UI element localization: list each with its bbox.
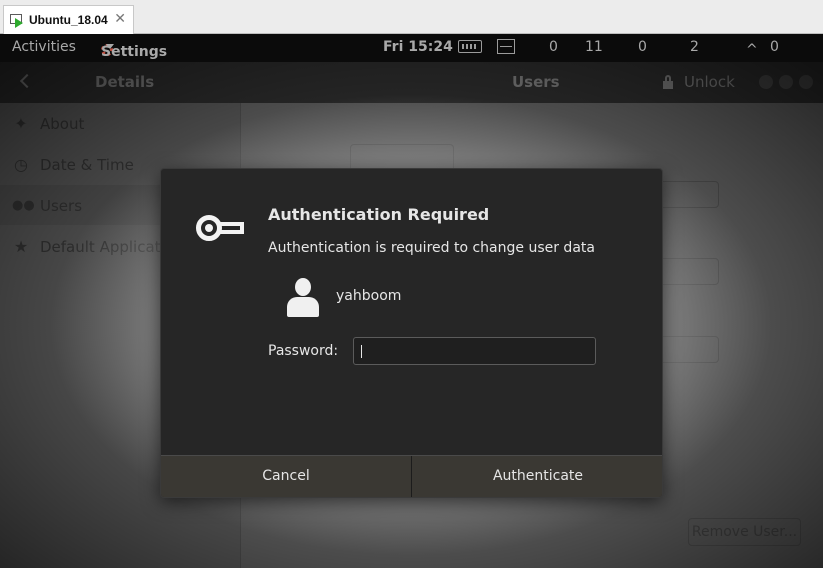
vm-tab-title: Ubuntu_18.04 [29,13,108,27]
unlock-button[interactable]: Unlock [684,73,735,91]
tray-expand-icon[interactable]: ^ [746,42,758,58]
page-title: Users [512,73,560,91]
chevron-down-icon [106,44,114,49]
indicator-value: 0 [549,39,558,55]
panel-title: Details [95,73,155,91]
vm-running-icon [10,13,24,28]
password-input[interactable] [353,337,596,365]
vm-tab-strip: Ubuntu_18.04 ✕ [0,0,823,34]
sidebar-item-about[interactable]: ✦ About [0,103,240,143]
users-icon: ●● [12,198,35,213]
close-tab-icon[interactable]: ✕ [114,11,126,27]
clock[interactable]: Fri 15:24 [383,39,453,55]
vm-tab[interactable]: Ubuntu_18.04 ✕ [3,5,134,34]
close-window-button[interactable] [799,75,813,89]
key-icon [196,215,246,241]
sidebar-item-label: About [40,115,85,133]
lock-icon [663,75,673,89]
cancel-button[interactable]: Cancel [161,456,412,497]
text-cursor [361,345,362,358]
minimize-window-button[interactable] [759,75,773,89]
password-label: Password: [268,343,339,359]
maximize-window-button[interactable] [779,75,793,89]
gnome-top-bar: Activities Settings Fri 15:24 0 11 0 2 ^… [0,34,823,62]
indicator-value: 2 [690,39,699,55]
activities-button[interactable]: Activities [12,39,76,55]
authentication-dialog: Authentication Required Authentication i… [160,168,663,498]
remove-user-button: Remove User... [688,518,801,546]
indicator-value: 11 [585,39,603,55]
star-icon: ✦ [14,114,28,133]
clock-icon: ◷ [14,155,28,174]
sidebar-item-label: Users [40,197,83,215]
dialog-username: yahboom [336,288,402,304]
keyboard-icon[interactable] [458,40,482,53]
indicator-value: 0 [770,39,779,55]
sidebar-item-label: Date & Time [40,156,134,174]
system-monitor-icon[interactable] [497,39,515,54]
settings-header-bar: Details Users Unlock [0,62,823,103]
star-icon: ★ [13,237,29,256]
dialog-title: Authentication Required [268,205,490,224]
user-icon [287,278,319,318]
indicator-value: 0 [638,39,647,55]
dialog-button-row: Cancel Authenticate [161,455,662,497]
authenticate-button[interactable]: Authenticate [412,456,662,497]
dialog-message: Authentication is required to change use… [268,240,595,256]
